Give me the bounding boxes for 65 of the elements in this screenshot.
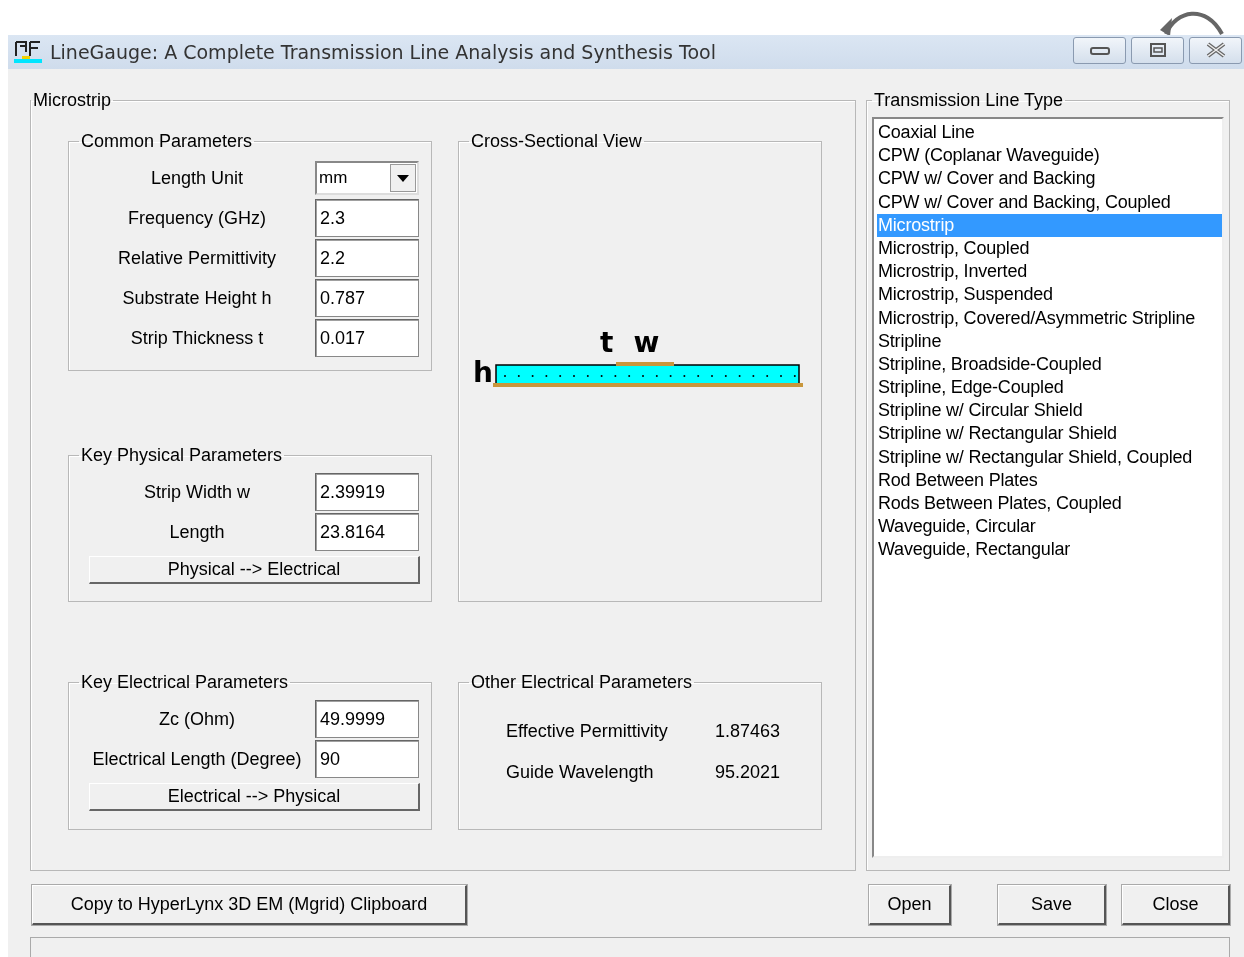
input-field[interactable]: 2.2 <box>315 239 419 277</box>
list-item[interactable]: Stripline <box>877 329 1222 353</box>
field-label: Length Unit <box>149 167 245 189</box>
width-label: w <box>633 328 660 358</box>
list-item[interactable]: Rods Between Plates, Coupled <box>877 492 1222 516</box>
window-title: LineGauge: A Complete Transmission Line Analysis and Synthesis Tool <box>50 41 716 63</box>
list-item[interactable]: CPW w/ Cover and Backing, Coupled <box>877 190 1222 214</box>
list-item[interactable]: Waveguide, Rectangular <box>877 538 1222 562</box>
input-field[interactable]: 90 <box>315 740 419 778</box>
list-item[interactable]: Microstrip, Suspended <box>877 283 1222 307</box>
list-item[interactable]: Stripline, Broadside-Coupled <box>877 352 1222 377</box>
panel-title: Transmission Line Type <box>873 90 1065 111</box>
list-item[interactable]: Microstrip, Inverted <box>877 260 1222 284</box>
panel-title: Microstrip <box>32 90 112 111</box>
physical-to-electrical-button[interactable]: Physical --> Electrical <box>89 556 420 584</box>
parameter-value: 95.2021 <box>715 762 781 783</box>
group-title: Key Physical Parameters <box>80 445 284 466</box>
field-label: Frequency (GHz) <box>126 207 267 229</box>
input-field[interactable]: 23.8164 <box>315 513 419 551</box>
input-field[interactable]: 2.3 <box>315 199 419 237</box>
minimize-button[interactable] <box>1073 36 1126 64</box>
list-item[interactable]: CPW (Coplanar Waveguide) <box>877 144 1222 168</box>
list-item[interactable]: Stripline, Edge-Coupled <box>877 376 1222 400</box>
close-button[interactable] <box>1189 36 1242 64</box>
list-item[interactable]: CPW w/ Cover and Backing <box>877 167 1222 191</box>
input-field[interactable]: 0.787 <box>315 279 419 317</box>
parameter-label: Guide Wavelength <box>506 762 655 783</box>
app-icon <box>14 40 42 64</box>
height-label: h <box>473 358 493 388</box>
close-icon <box>1204 42 1227 58</box>
field-label: Zc (Ohm) <box>158 708 236 730</box>
group-title: Other Electrical Parameters <box>470 672 694 693</box>
field-label: Relative Permittivity <box>116 247 277 269</box>
thickness-label: t <box>600 328 614 358</box>
maximize-icon <box>1148 42 1167 58</box>
list-item[interactable]: Stripline w/ Rectangular Shield <box>877 422 1222 446</box>
copy-clipboard-button[interactable]: Copy to HyperLynx 3D EM (Mgrid) Clipboard <box>32 885 467 925</box>
field-label: Electrical Length (Degree) <box>91 748 303 770</box>
list-item[interactable]: Stripline w/ Circular Shield <box>877 399 1222 423</box>
field-label: Strip Width w <box>143 481 251 503</box>
maximize-button[interactable] <box>1131 36 1184 64</box>
field-label: Substrate Height h <box>121 287 273 309</box>
field-label: Length <box>168 521 226 543</box>
list-item[interactable]: Stripline w/ Rectangular Shield, Coupled <box>877 445 1222 469</box>
action-button[interactable]: Open <box>869 885 951 925</box>
input-field[interactable]: 0.017 <box>315 319 419 357</box>
input-field[interactable]: 2.39919 <box>315 473 419 511</box>
group-title: Key Electrical Parameters <box>80 672 290 693</box>
list-item[interactable]: Microstrip, Covered/Asymmetric Stripline <box>877 306 1222 330</box>
unit-dropdown[interactable]: mm <box>315 161 419 195</box>
action-button[interactable]: Save <box>998 885 1106 925</box>
list-item[interactable]: Waveguide, Circular <box>877 515 1222 539</box>
list-item[interactable]: Rod Between Plates <box>877 468 1222 492</box>
action-button[interactable]: Close <box>1122 885 1230 925</box>
parameter-label: Effective Permittivity <box>506 721 669 742</box>
electrical-to-physical-button[interactable]: Electrical --> Physical <box>89 783 420 811</box>
field-label: Strip Thickness t <box>129 327 265 349</box>
parameter-value: 1.87463 <box>715 721 781 742</box>
minimize-icon <box>1088 44 1111 56</box>
dropdown-arrow-icon <box>397 174 409 182</box>
group-title: Cross-Sectional View <box>470 131 643 152</box>
group-title: Common Parameters <box>80 131 254 152</box>
list-item[interactable]: Coaxial Line <box>877 121 1222 145</box>
input-field[interactable]: 49.9999 <box>315 700 419 738</box>
list-item[interactable]: Microstrip, Coupled <box>877 236 1222 261</box>
